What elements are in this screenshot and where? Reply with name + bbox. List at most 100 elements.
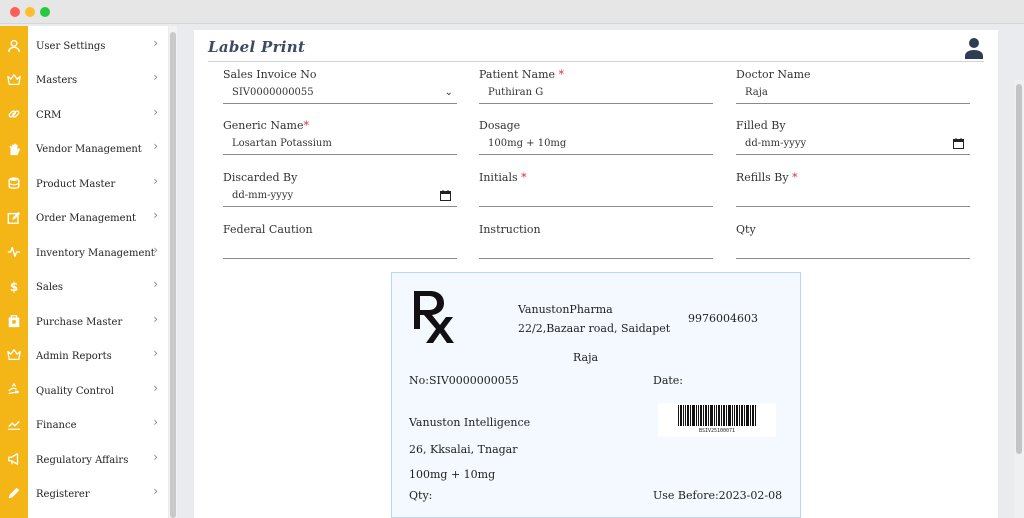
field-value: 100mg + 10mg: [488, 138, 567, 149]
chart-icon[interactable]: [6, 416, 22, 432]
sidebar-scrollbar-thumb[interactable]: [170, 32, 176, 518]
card-invoice-number: No:SIV0000000055: [409, 374, 519, 387]
sidebar-item-label: Product Master: [36, 178, 116, 190]
sales-invoice-select[interactable]: SIV0000000055 ⌄: [223, 82, 457, 104]
patient-name-input[interactable]: Puthiran G: [479, 82, 713, 104]
pulse-icon[interactable]: [6, 244, 22, 260]
sidebar-item-purchase-master[interactable]: Purchase Master ›: [28, 305, 168, 339]
calendar-icon[interactable]: [440, 190, 451, 201]
refills-by-field: Refills By *: [736, 171, 970, 207]
company-phone: 9976004603: [688, 312, 758, 325]
crown-icon[interactable]: [6, 72, 22, 88]
chevron-right-icon: ›: [153, 346, 158, 360]
card-dosage: 100mg + 10mg: [409, 468, 496, 481]
chevron-right-icon: ›: [153, 139, 158, 153]
field-label: Refills By *: [736, 171, 970, 184]
filled-by-date-input[interactable]: dd-mm-yyyy: [736, 133, 970, 155]
sidebar-item-product-master[interactable]: Product Master ›: [28, 167, 168, 201]
sidebar-item-label: Masters: [36, 74, 78, 86]
sidebar-item-crm[interactable]: CRM ›: [28, 98, 168, 132]
dosage-field: Dosage 100mg + 10mg: [479, 119, 713, 155]
field-label: Federal Caution: [223, 223, 313, 236]
dollar-icon[interactable]: $: [6, 279, 22, 295]
generic-name-field: Generic Name* Losartan Potassium: [223, 119, 457, 155]
page-title: Label Print: [208, 38, 306, 56]
federal-caution-input[interactable]: [223, 237, 457, 259]
field-label: Qty: [736, 223, 756, 236]
generic-name-input[interactable]: Losartan Potassium: [223, 133, 457, 155]
edit-icon[interactable]: [6, 210, 22, 226]
field-label: Sales Invoice No: [223, 68, 317, 81]
sidebar-item-label: Finance: [36, 419, 77, 431]
patient-name-field: Patient Name * Puthiran G: [479, 68, 713, 104]
initials-input[interactable]: [479, 185, 713, 207]
barcode-bars: [678, 405, 756, 426]
sidebar-item-sales[interactable]: Sales ›: [28, 270, 168, 304]
minimize-window-button[interactable]: [25, 7, 35, 17]
sidebar-item-order-management[interactable]: Order Management ›: [28, 201, 168, 235]
close-window-button[interactable]: [10, 7, 20, 17]
sidebar-item-label: Vendor Management: [36, 143, 142, 155]
crown-icon[interactable]: [6, 347, 22, 363]
chevron-right-icon: ›: [153, 105, 158, 119]
sidebar-item-user-settings[interactable]: User Settings ›: [28, 29, 168, 63]
sales-invoice-field: Sales Invoice No SIV0000000055 ⌄: [223, 68, 457, 104]
required-marker: *: [521, 171, 527, 184]
field-label-text: Generic Name: [223, 119, 304, 132]
card-organization-address: 26, Kksalai, Tnagar: [409, 443, 518, 456]
sidebar-item-label: CRM: [36, 109, 62, 121]
link-icon[interactable]: [6, 106, 22, 122]
sidebar-item-regulatory-affairs[interactable]: Regulatory Affairs ›: [28, 443, 168, 477]
field-label: Initials *: [479, 171, 713, 184]
sidebar-item-masters[interactable]: Masters ›: [28, 63, 168, 97]
card-use-before: Use Before:2023-02-08: [653, 489, 783, 502]
chevron-right-icon: ›: [153, 174, 158, 188]
instruction-input[interactable]: [479, 237, 713, 259]
sidebar-item-inventory-management[interactable]: Inventory Management ›: [28, 236, 168, 270]
field-label: Generic Name*: [223, 119, 457, 132]
sidebar-item-label: Quality Control: [36, 385, 114, 397]
sidebar-item-label: Order Management: [36, 212, 137, 224]
page-scrollbar-thumb[interactable]: [1016, 84, 1022, 454]
sidebar-item-label: Inventory Management: [36, 247, 155, 259]
page-scrollbar[interactable]: [1014, 80, 1024, 518]
megaphone-icon[interactable]: [6, 451, 22, 467]
sidebar-item-label: Admin Reports: [36, 350, 112, 362]
main-panel: Label Print Sales Invoice No SIV00000000…: [194, 30, 998, 518]
sidebar-item-finance[interactable]: Finance ›: [28, 408, 168, 442]
field-label: Instruction: [479, 223, 541, 236]
field-label-text: Initials: [479, 171, 518, 184]
user-profile-icon[interactable]: [964, 37, 984, 59]
user-icon[interactable]: [6, 38, 22, 54]
field-label: Patient Name *: [479, 68, 713, 81]
field-value: dd-mm-yyyy: [745, 138, 807, 149]
chevron-right-icon: ›: [153, 36, 158, 50]
sidebar-item-quality-control[interactable]: Quality Control ›: [28, 374, 168, 408]
field-label: Doctor Name: [736, 68, 811, 81]
hand-icon[interactable]: [6, 141, 22, 157]
dosage-input[interactable]: 100mg + 10mg: [479, 133, 713, 155]
maximize-window-button[interactable]: [40, 7, 50, 17]
calendar-icon[interactable]: [953, 138, 964, 149]
barcode-number: BSIV25100071: [698, 428, 736, 434]
sidebar-menu: User Settings › Masters › CRM › Vendor Mana…: [28, 26, 168, 518]
sidebar-item-registerer[interactable]: Registerer ›: [28, 477, 168, 511]
sidebar-item-vendor-management[interactable]: Vendor Management ›: [28, 132, 168, 166]
sidebar-scrollbar[interactable]: [169, 26, 177, 518]
sidebar-item-label: User Settings: [36, 40, 106, 52]
pencil-icon[interactable]: [6, 485, 22, 501]
database-icon[interactable]: [6, 175, 22, 191]
company-name: VanustonPharma: [518, 303, 613, 316]
doctor-name-input[interactable]: Raja: [736, 82, 970, 104]
sidebar-item-admin-reports[interactable]: Admin Reports ›: [28, 339, 168, 373]
chevron-right-icon: ›: [153, 243, 158, 257]
qty-input[interactable]: [736, 237, 970, 259]
required-marker: *: [792, 171, 798, 184]
refills-by-input[interactable]: [736, 185, 970, 207]
bag-icon[interactable]: [6, 313, 22, 329]
chevron-right-icon: ›: [153, 312, 158, 326]
hand-pointer-icon[interactable]: [6, 382, 22, 398]
sidebar-icon-rail: $: [0, 26, 28, 518]
discarded-by-date-input[interactable]: dd-mm-yyyy: [223, 185, 457, 207]
sidebar-item-label: Regulatory Affairs: [36, 454, 129, 466]
